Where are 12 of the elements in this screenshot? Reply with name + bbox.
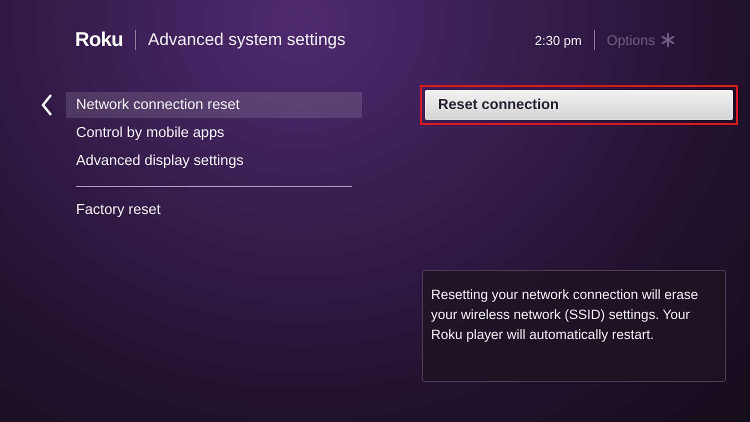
menu-item[interactable]: Advanced display settings bbox=[66, 148, 362, 174]
back-icon[interactable] bbox=[40, 93, 54, 117]
menu-item[interactable]: Control by mobile apps bbox=[66, 120, 362, 146]
reset-connection-button[interactable]: Reset connection bbox=[425, 90, 733, 120]
page-title: Advanced system settings bbox=[148, 30, 346, 50]
menu-item[interactable]: Network connection reset bbox=[66, 92, 362, 118]
menu-item[interactable]: Factory reset bbox=[66, 197, 362, 223]
logo: Roku bbox=[75, 28, 123, 52]
info-text: Resetting your network connection will erase your wireless network (SSID) settings. Your Roku player will automatically restart. bbox=[422, 270, 726, 382]
options-label: Options bbox=[606, 32, 655, 48]
clock-time: 2:30 pm bbox=[534, 32, 582, 48]
asterisk-icon bbox=[661, 33, 675, 47]
